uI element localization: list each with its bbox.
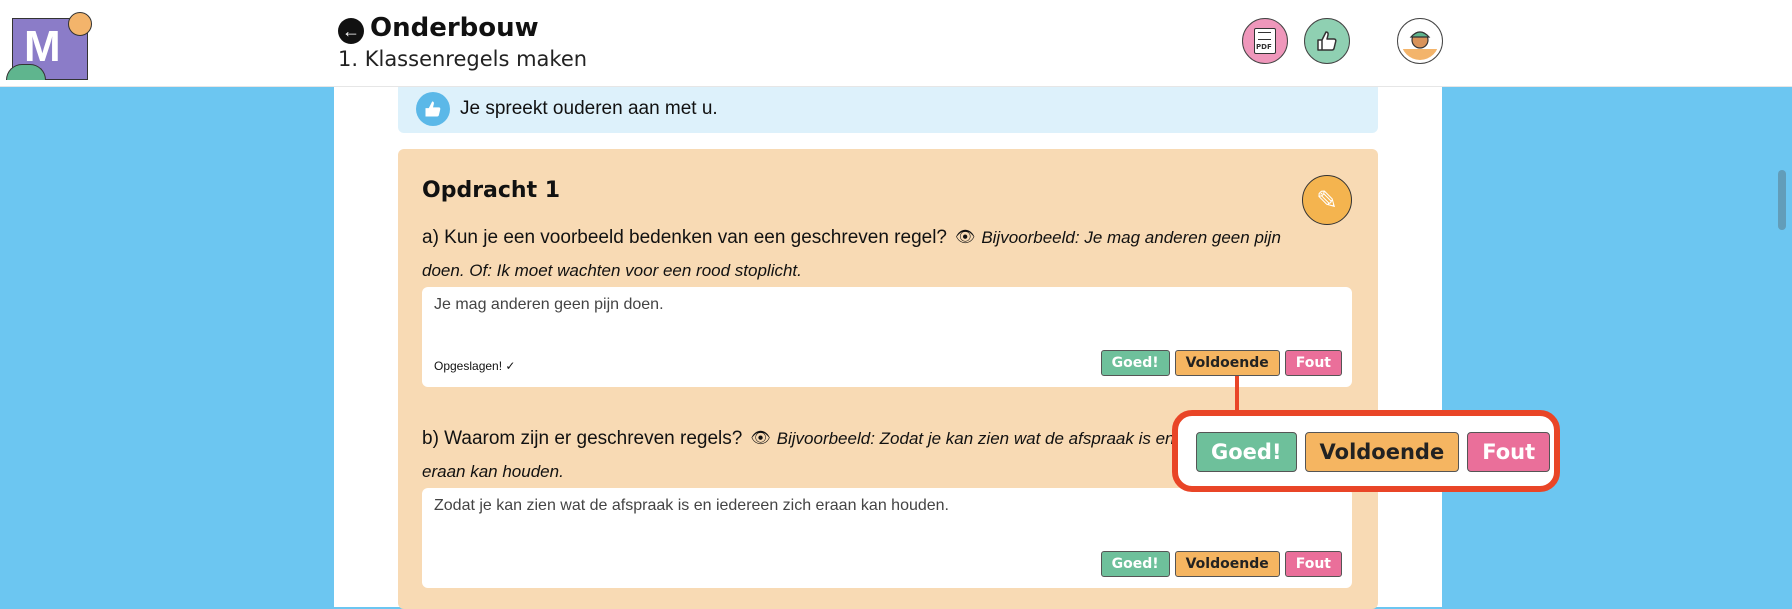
app-header: M ← Onderbouw 1. Klassenregels maken PDF	[0, 0, 1792, 87]
callout-wrong-button[interactable]: Fout	[1467, 432, 1551, 472]
pdf-button[interactable]: PDF	[1242, 18, 1288, 64]
question-a-text: a) Kun je een voorbeeld bedenken van een…	[422, 227, 947, 248]
grade-buttons-a: Goed! Voldoende Fout	[1100, 350, 1342, 376]
grade-good-button[interactable]: Goed!	[1100, 350, 1170, 376]
tip-bar: Je spreekt ouderen aan met u.	[398, 87, 1378, 133]
assignment-card: Opdracht 1 ✎ a) Kun je een voorbeeld bed…	[398, 149, 1378, 609]
eye-icon[interactable]: 👁	[750, 422, 770, 455]
saved-status: Opgeslagen! ✓	[434, 359, 516, 373]
callout-grade-buttons: Goed! Voldoende Fout	[1196, 432, 1551, 472]
callout-good-button[interactable]: Goed!	[1196, 432, 1297, 472]
page-scrollbar[interactable]	[1778, 170, 1786, 230]
pdf-icon: PDF	[1254, 28, 1276, 54]
answer-b-text[interactable]: Zodat je kan zien wat de afspraak is en …	[434, 497, 949, 515]
profile-avatar-button[interactable]	[1397, 18, 1443, 64]
grade-wrong-button[interactable]: Fout	[1284, 551, 1342, 577]
page-subtitle: 1. Klassenregels maken	[338, 47, 588, 71]
tip-text: Je spreekt ouderen aan met u.	[460, 98, 718, 119]
answer-a-text[interactable]: Je mag anderen geen pijn doen.	[434, 296, 664, 314]
grade-good-button[interactable]: Goed!	[1100, 551, 1170, 577]
callout-sufficient-button[interactable]: Voldoende	[1304, 432, 1460, 472]
app-logo[interactable]: M	[6, 12, 92, 80]
logo-letter: M	[24, 22, 61, 71]
edit-pencil-button[interactable]: ✎	[1302, 175, 1352, 225]
pdf-label: PDF	[1256, 43, 1272, 51]
grade-wrong-button[interactable]: Fout	[1284, 350, 1342, 376]
grade-sufficient-button[interactable]: Voldoende	[1174, 350, 1280, 376]
page-title: Onderbouw	[370, 13, 539, 43]
answer-field-a[interactable]: Je mag anderen geen pijn doen. Opgeslage…	[422, 287, 1352, 387]
answer-field-b[interactable]: Zodat je kan zien wat de afspraak is en …	[422, 488, 1352, 588]
question-b-text: b) Waarom zijn er geschreven regels?	[422, 428, 743, 449]
logo-face-icon	[68, 12, 92, 36]
grade-buttons-b: Goed! Voldoende Fout	[1100, 551, 1342, 577]
grade-callout: Goed! Voldoende Fout	[1172, 410, 1560, 492]
question-a: a) Kun je een voorbeeld bedenken van een…	[422, 221, 1282, 287]
back-arrow-icon[interactable]: ←	[338, 18, 364, 44]
assignment-title: Opdracht 1	[422, 178, 561, 203]
thumbs-up-icon	[1317, 31, 1337, 51]
thumbs-up-button[interactable]	[1304, 18, 1350, 64]
callout-connector	[1235, 376, 1239, 410]
grade-sufficient-button[interactable]: Voldoende	[1174, 551, 1280, 577]
thumbs-up-icon	[416, 92, 450, 126]
eye-icon[interactable]: 👁	[955, 221, 975, 254]
avatar-icon	[1401, 31, 1439, 60]
pencil-icon: ✎	[1316, 185, 1338, 215]
question-b: b) Waarom zijn er geschreven regels? 👁 Bij…	[422, 422, 1282, 488]
